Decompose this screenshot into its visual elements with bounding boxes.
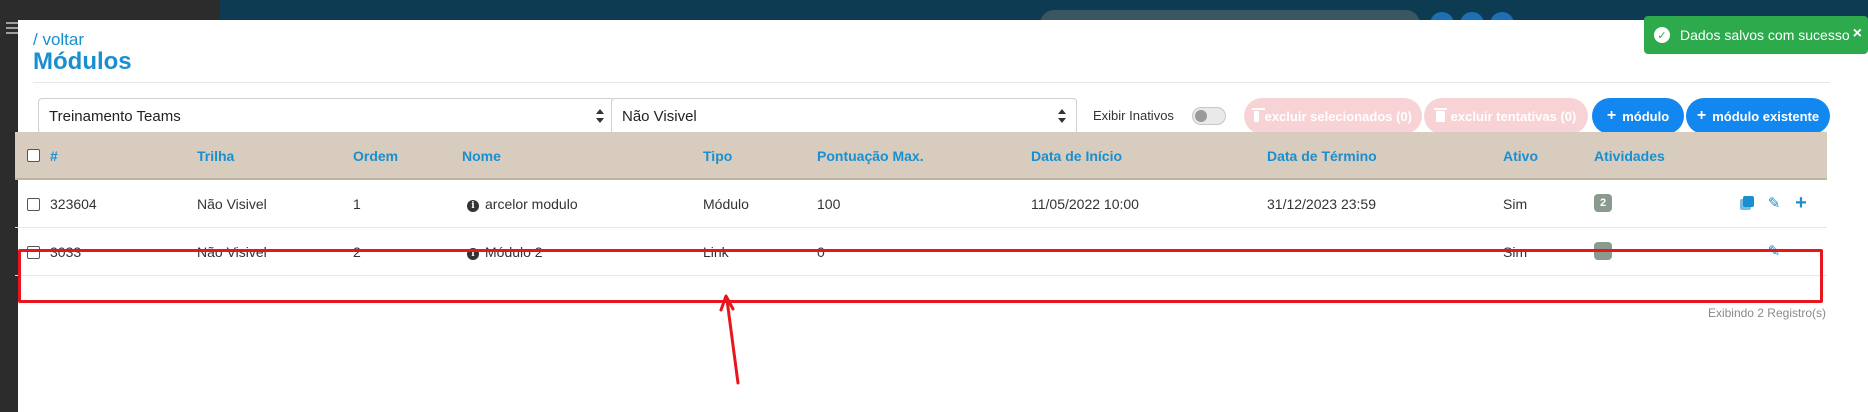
- row-checkbox[interactable]: [27, 246, 40, 259]
- cell-id: 323604: [50, 196, 97, 212]
- select-arrows-icon: [1058, 109, 1066, 125]
- row-checkbox[interactable]: [27, 198, 40, 211]
- col-ordem[interactable]: Ordem: [353, 148, 398, 164]
- cell-inicio: 11/05/2022 10:00: [1031, 196, 1139, 212]
- title-divider: [33, 82, 1830, 83]
- trilha-select[interactable]: Treinamento Teams: [38, 98, 615, 134]
- cell-trilha: Não Visivel: [197, 196, 267, 212]
- cell-ordem: 2: [353, 244, 361, 260]
- trilha-select-value: Treinamento Teams: [49, 107, 181, 125]
- pencil-icon[interactable]: ✎: [1765, 242, 1783, 260]
- visibility-select[interactable]: Não Visivel: [611, 98, 1077, 134]
- select-all-checkbox[interactable]: [27, 149, 40, 162]
- col-nome[interactable]: Nome: [462, 148, 501, 164]
- cell-ativo: Sim: [1503, 196, 1528, 212]
- cell-pontuacao: 100: [817, 196, 841, 212]
- cell-nome[interactable]: i arcelor modulo: [467, 196, 578, 212]
- cell-trilha: Não Visivel: [197, 244, 267, 260]
- records-count: Exibindo 2 Registro(s): [1707, 306, 1826, 320]
- delete-selected-button[interactable]: excluir selecionados (0): [1244, 98, 1422, 134]
- col-pontuacao[interactable]: Pontuação Max.: [817, 148, 924, 164]
- trash-icon: [1252, 107, 1265, 122]
- table-header: # Trilha Ordem Nome Tipo Pontuação Max. …: [15, 132, 1827, 180]
- close-icon[interactable]: ×: [1853, 25, 1862, 43]
- cell-termino: 31/12/2023 23:59: [1267, 196, 1376, 212]
- delete-attempts-button[interactable]: excluir tentativas (0): [1424, 98, 1588, 134]
- col-termino[interactable]: Data de Término: [1267, 148, 1377, 164]
- table-row: 3033 Não Visivel 2 i Módulo 2 Link 0 Sim …: [15, 228, 1827, 276]
- success-toast: ✓ Dados salvos com sucesso ×: [1644, 16, 1868, 54]
- info-icon[interactable]: i: [467, 248, 479, 260]
- col-atividades[interactable]: Atividades: [1594, 148, 1665, 164]
- check-icon: ✓: [1654, 27, 1670, 43]
- activities-badge[interactable]: -: [1594, 242, 1612, 260]
- col-id[interactable]: #: [50, 148, 58, 164]
- col-inicio[interactable]: Data de Início: [1031, 148, 1122, 164]
- cell-ativo: Sim: [1503, 244, 1528, 260]
- plus-icon: +: [1696, 107, 1707, 124]
- cell-tipo: Link: [703, 244, 729, 260]
- show-inactive-toggle[interactable]: [1192, 107, 1226, 125]
- copy-icon[interactable]: [1738, 194, 1756, 212]
- hamburger-icon: [6, 22, 18, 36]
- modules-table: # Trilha Ordem Nome Tipo Pontuação Max. …: [15, 132, 1827, 276]
- plus-icon[interactable]: +: [1792, 192, 1810, 214]
- table-row: 323604 Não Visivel 1 i arcelor modulo Mód…: [15, 180, 1827, 228]
- add-existing-module-button[interactable]: + módulo existente: [1686, 98, 1830, 134]
- cell-nome[interactable]: i Módulo 2: [467, 244, 543, 260]
- trash-icon: [1433, 107, 1447, 122]
- col-trilha[interactable]: Trilha: [197, 148, 234, 164]
- toast-message: Dados salvos com sucesso: [1680, 27, 1850, 43]
- cell-id: 3033: [50, 244, 82, 260]
- toggle-knob: [1195, 110, 1207, 122]
- cell-tipo: Módulo: [703, 196, 749, 212]
- page-title: Módulos: [33, 48, 132, 75]
- plus-icon: +: [1606, 107, 1617, 124]
- col-ativo[interactable]: Ativo: [1503, 148, 1538, 164]
- pencil-icon[interactable]: ✎: [1765, 194, 1783, 212]
- cell-pontuacao: 0: [817, 244, 825, 260]
- col-tipo[interactable]: Tipo: [703, 148, 732, 164]
- info-icon[interactable]: i: [467, 200, 479, 212]
- visibility-select-value: Não Visivel: [622, 107, 697, 125]
- activities-badge[interactable]: 2: [1594, 194, 1612, 212]
- cell-ordem: 1: [353, 196, 361, 212]
- select-arrows-icon: [596, 109, 604, 125]
- show-inactive-label: Exibir Inativos: [1093, 108, 1174, 123]
- add-module-button[interactable]: + módulo: [1592, 98, 1684, 134]
- back-link[interactable]: / voltar: [33, 30, 84, 50]
